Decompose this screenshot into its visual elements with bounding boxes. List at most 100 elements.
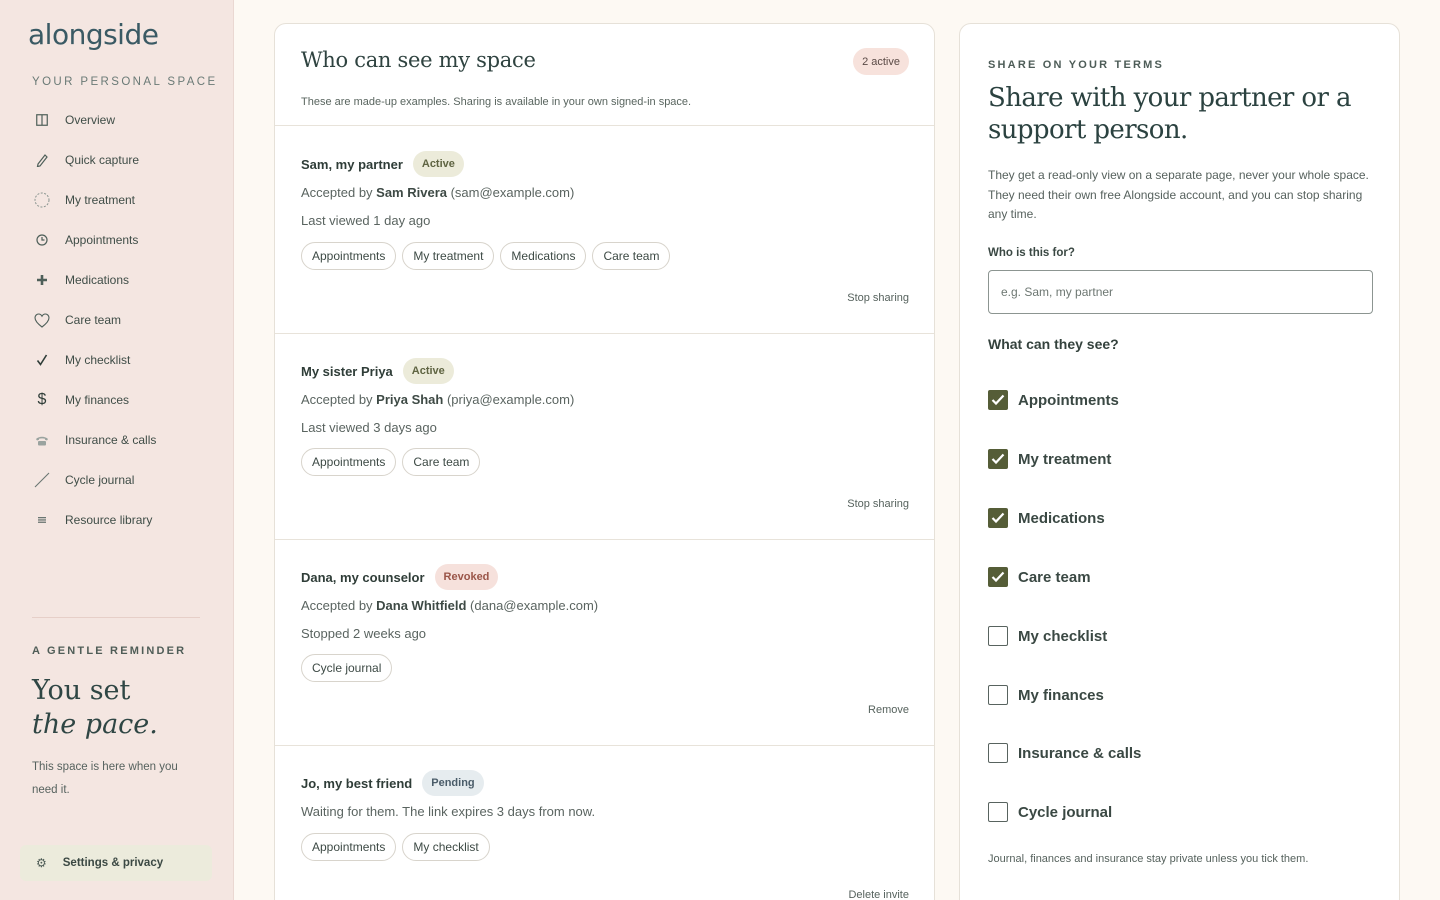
sidebar-item-label: My treatment: [65, 193, 136, 207]
sidebar-item-label: My checklist: [65, 353, 131, 367]
section-chip: Appointments: [301, 833, 397, 861]
option-appointments[interactable]: Appointments: [988, 390, 1119, 410]
share-entry: Sam, my partner Active Accepted by Sam R…: [275, 127, 934, 334]
remove-button[interactable]: Remove: [868, 704, 909, 716]
sidebar-item-my-finances[interactable]: $ My finances: [0, 380, 234, 420]
checkbox-checked[interactable]: [988, 567, 1008, 587]
phone-icon: [34, 432, 50, 448]
stop-sharing-button[interactable]: Stop sharing: [847, 498, 909, 510]
last-viewed-line: Last viewed 1 day ago: [301, 213, 431, 228]
option-label: Insurance & calls: [1018, 744, 1142, 762]
option-label: Cycle journal: [1018, 803, 1113, 821]
gear-icon: ⚙: [36, 856, 47, 870]
reminder-text: This space is here when you need it.: [32, 761, 178, 796]
option-medications[interactable]: Medications: [988, 508, 1105, 528]
sidebar-item-care-team[interactable]: Care team: [0, 300, 234, 340]
sidebar-nav: Overview Quick capture My treatment Appo…: [0, 100, 234, 540]
dollar-icon: $: [37, 391, 47, 408]
last-viewed-line: Last viewed 3 days ago: [301, 420, 437, 435]
sidebar-item-cycle-journal[interactable]: Cycle journal: [0, 460, 234, 500]
status-badge: Active: [412, 151, 464, 177]
reminder-title-line: You set: [32, 675, 131, 706]
status-badge: Revoked: [434, 564, 499, 590]
sharing-list-card: Who can see my space 2 active These are …: [274, 23, 935, 900]
delete-invite-button[interactable]: Delete invite: [848, 889, 909, 900]
entry-name-row: My sister Priya Active: [301, 358, 454, 384]
checkbox-unchecked[interactable]: [988, 626, 1008, 646]
share-entry: Dana, my counselor Revoked Accepted by D…: [275, 540, 934, 746]
plus-icon: [34, 272, 50, 288]
accepted-line: Accepted by Sam Rivera (sam@example.com): [301, 185, 574, 200]
accepted-email: (priya@example.com): [443, 392, 575, 407]
sidebar-item-label: Appointments: [65, 233, 139, 247]
active-count-badge: 2 active: [853, 48, 909, 75]
sidebar-item-label: Resource library: [65, 513, 153, 527]
checkbox-checked[interactable]: [988, 508, 1008, 528]
checkbox-unchecked[interactable]: [988, 802, 1008, 822]
section-chip: Care team: [592, 242, 671, 270]
option-label: My finances: [1018, 686, 1104, 704]
accepted-prefix: Accepted by: [301, 392, 377, 407]
share-entry: Jo, my best friend Pending Waiting for t…: [275, 746, 934, 900]
option-care-team[interactable]: Care team: [988, 567, 1091, 587]
settings-privacy-button[interactable]: ⚙ Settings & privacy: [20, 845, 212, 881]
page-title: Who can see my space: [301, 48, 536, 72]
reminder-title: You set the pace.: [32, 674, 158, 742]
reminder-label: A GENTLE REMINDER: [32, 645, 187, 657]
sidebar-item-label: Medications: [65, 273, 130, 287]
who-input[interactable]: [988, 270, 1373, 314]
sidebar-item-my-treatment[interactable]: My treatment: [0, 180, 234, 220]
accepted-line: Accepted by Priya Shah (priya@example.co…: [301, 392, 574, 407]
section-chip: Cycle journal: [301, 654, 393, 682]
entry-name: My sister Priya: [301, 363, 393, 379]
sidebar-item-medications[interactable]: Medications: [0, 260, 234, 300]
section-chip: My treatment: [402, 242, 495, 270]
option-my-checklist[interactable]: My checklist: [988, 626, 1107, 646]
share-title: Share with your partner or a support per…: [988, 83, 1351, 145]
pencil-icon: [34, 152, 50, 168]
sidebar-item-label: Cycle journal: [65, 473, 135, 487]
clock-icon: [34, 232, 50, 248]
privacy-footnote: Journal, finances and insurance stay pri…: [988, 853, 1309, 865]
shared-sections: Appointments Care team: [301, 448, 481, 476]
sidebar-item-my-checklist[interactable]: My checklist: [0, 340, 234, 380]
sidebar-item-quick-capture[interactable]: Quick capture: [0, 140, 234, 180]
sidebar-item-appointments[interactable]: Appointments: [0, 220, 234, 260]
sidebar-item-label: Overview: [65, 113, 116, 127]
share-description: They get a read-only view on a separate …: [988, 168, 1369, 221]
accepted-name: Priya Shah: [376, 392, 444, 407]
columns-icon: [34, 112, 50, 128]
sidebar-item-label: Quick capture: [65, 153, 140, 167]
section-chip: Appointments: [301, 242, 397, 270]
list-icon: [34, 512, 50, 528]
accepted-line: Accepted by Dana Whitfield (dana@example…: [301, 598, 598, 613]
entry-name: Jo, my best friend: [301, 775, 413, 791]
sidebar-item-label: Care team: [65, 313, 122, 327]
status-badge: Pending: [422, 770, 484, 796]
checkbox-unchecked[interactable]: [988, 743, 1008, 763]
entry-name-row: Sam, my partner Active: [301, 151, 464, 177]
entry-name-row: Dana, my counselor Revoked: [301, 564, 499, 590]
card-header: Who can see my space 2 active These are …: [275, 24, 934, 126]
option-my-finances[interactable]: My finances: [988, 685, 1104, 705]
option-insurance-calls[interactable]: Insurance & calls: [988, 743, 1141, 763]
section-chip: Care team: [402, 448, 481, 476]
sidebar-item-label: Insurance & calls: [65, 433, 157, 447]
stop-sharing-button[interactable]: Stop sharing: [847, 292, 909, 304]
option-label: Care team: [1018, 568, 1091, 586]
checkbox-checked[interactable]: [988, 390, 1008, 410]
check-icon: [34, 352, 50, 368]
sidebar-item-overview[interactable]: Overview: [0, 100, 234, 140]
option-cycle-journal[interactable]: Cycle journal: [988, 802, 1112, 822]
sidebar-item-resource-library[interactable]: Resource library: [0, 500, 234, 540]
sidebar-item-insurance-calls[interactable]: Insurance & calls: [0, 420, 234, 460]
checkbox-unchecked[interactable]: [988, 685, 1008, 705]
option-my-treatment[interactable]: My treatment: [988, 449, 1111, 469]
accepted-name: Dana Whitfield: [376, 598, 467, 613]
share-entry: My sister Priya Active Accepted by Priya…: [275, 334, 934, 540]
heart-icon: [34, 312, 50, 328]
checkbox-checked[interactable]: [988, 449, 1008, 469]
brand-logo[interactable]: alongside: [28, 18, 159, 51]
accepted-prefix: Accepted by: [301, 185, 377, 200]
shared-sections: Cycle journal: [301, 654, 393, 682]
